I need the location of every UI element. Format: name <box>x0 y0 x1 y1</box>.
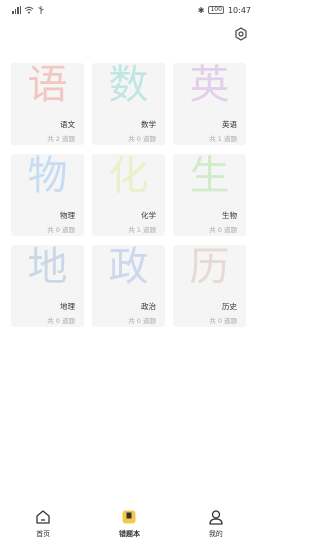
subject-card[interactable]: 物 物理 共 0 道题 <box>11 154 84 236</box>
subject-glyph: 英 <box>189 63 230 108</box>
subject-name: 物理 <box>60 211 75 220</box>
subject-count: 共 0 道题 <box>209 226 237 234</box>
tab-home[interactable]: 首页 <box>13 508 73 539</box>
subject-count: 共 1 道题 <box>209 135 237 143</box>
subject-count: 共 0 道题 <box>47 226 75 234</box>
subject-name: 历史 <box>222 302 237 311</box>
signal-icon <box>12 6 21 14</box>
subject-card[interactable]: 政 政治 共 0 道题 <box>92 245 165 327</box>
subject-card[interactable]: 英 英语 共 1 道题 <box>173 63 246 145</box>
status-right: ✱ 100 10:47 <box>198 6 251 15</box>
subject-name: 政治 <box>141 302 156 311</box>
tab-label: 我的 <box>208 530 223 538</box>
gear-icon <box>235 27 247 41</box>
subject-glyph: 数 <box>108 63 149 108</box>
battery-indicator: 100 <box>208 6 224 14</box>
tab-label: 首页 <box>36 530 51 538</box>
subject-name: 生物 <box>222 211 237 220</box>
subject-name: 数学 <box>141 120 156 129</box>
settings-button[interactable] <box>233 26 249 42</box>
subject-grid: 语 语文 共 2 道题 数 数学 共 0 道题 英 英语 共 1 道题 物 物理… <box>11 63 259 327</box>
subject-name: 语文 <box>60 120 75 129</box>
subject-glyph: 政 <box>108 245 149 290</box>
subject-count: 共 0 道题 <box>209 317 237 325</box>
subject-glyph: 化 <box>108 154 149 199</box>
home-icon <box>34 508 52 526</box>
subject-card[interactable]: 地 地理 共 0 道题 <box>11 245 84 327</box>
subject-count: 共 1 道题 <box>128 226 156 234</box>
user-icon <box>207 508 225 526</box>
tab-label: 错题本 <box>118 530 140 538</box>
bottom-tab-bar: 首页 错题本 我的 <box>0 500 259 548</box>
subject-count: 共 2 道题 <box>47 135 75 143</box>
battery-level: 100 <box>210 6 222 13</box>
subject-glyph: 生 <box>189 154 230 199</box>
subject-glyph: 语 <box>27 63 68 108</box>
subject-count: 共 0 道题 <box>47 317 75 325</box>
subject-glyph: 地 <box>27 245 68 290</box>
subject-card[interactable]: 化 化学 共 1 道题 <box>92 154 165 236</box>
usb-icon <box>38 6 44 14</box>
subject-glyph: 物 <box>27 154 68 199</box>
subject-card[interactable]: 语 语文 共 2 道题 <box>11 63 84 145</box>
status-time: 10:47 <box>227 5 251 15</box>
bluetooth-icon: ✱ <box>197 5 205 15</box>
wifi-icon <box>24 6 34 14</box>
subject-card[interactable]: 生 生物 共 0 道题 <box>173 154 246 236</box>
subject-glyph: 历 <box>189 245 230 290</box>
tab-profile[interactable]: 我的 <box>186 508 246 539</box>
subject-count: 共 0 道题 <box>128 135 156 143</box>
subject-name: 地理 <box>60 302 75 311</box>
subject-name: 化学 <box>141 211 156 220</box>
tab-notebook[interactable]: 错题本 <box>99 508 159 539</box>
status-left <box>12 6 45 14</box>
status-bar: ✱ 100 10:47 <box>0 0 259 20</box>
subject-count: 共 0 道题 <box>128 317 156 325</box>
subject-card[interactable]: 数 数学 共 0 道题 <box>92 63 165 145</box>
notebook-icon <box>120 508 138 526</box>
subject-card[interactable]: 历 历史 共 0 道题 <box>173 245 246 327</box>
subject-name: 英语 <box>222 120 237 129</box>
